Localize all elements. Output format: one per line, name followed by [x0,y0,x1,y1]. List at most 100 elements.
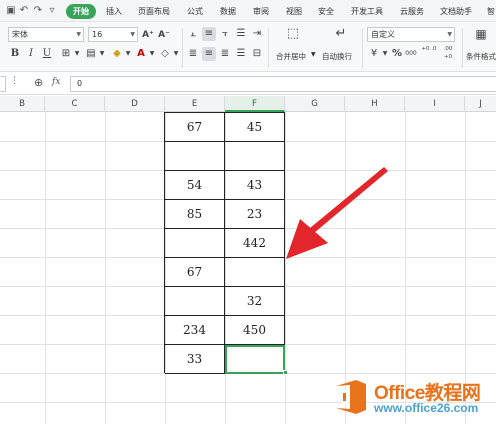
chevron-down-icon: ▼ [447,31,452,38]
column-header-H[interactable]: H [345,96,405,112]
tab-smart[interactable]: 智 [487,4,495,19]
chevron-down-icon[interactable]: ▼ [311,51,316,58]
tab-data[interactable]: 数据 [220,4,236,19]
tab-view[interactable]: 视图 [286,4,302,19]
align-top-icon[interactable]: ⫠ [186,27,200,41]
text-left-icon[interactable]: ≣ [186,47,200,61]
column-header-I[interactable]: I [405,96,465,112]
chevron-down-icon[interactable]: ▼ [169,47,183,61]
tab-page-layout[interactable]: 页面布局 [138,4,170,19]
font-size-value: 16 [92,30,103,39]
number-format-dropdown[interactable]: 自定义 ▼ [367,27,455,42]
column-header-B[interactable]: B [0,96,45,112]
align-left-icon[interactable]: ☰ [234,27,248,41]
justify-icon[interactable]: ☰ [234,47,248,61]
conditional-format-button[interactable]: 条件格式 [466,51,496,62]
cell-E2[interactable] [165,142,225,171]
text-right-icon[interactable]: ≣ [218,47,232,61]
office-logo-icon [336,380,366,414]
cell-E9[interactable]: 33 [165,345,225,374]
column-header-G[interactable]: G [285,96,345,112]
ribbon: 宋体 ▼ 16 ▼ A⁺ A⁻ B I U ⊞ ▼ ▤ ▼ ◆ ▼ A ▼ ◇ … [0,22,496,72]
ribbon-divider [462,28,463,68]
indent-icon[interactable]: ⇥ [250,27,264,41]
tab-security[interactable]: 安全 [318,4,334,19]
cell-E3[interactable]: 54 [165,171,225,200]
font-name-dropdown[interactable]: 宋体 ▼ [8,27,84,42]
tab-developer[interactable]: 开发工具 [351,4,383,19]
cell-F4[interactable]: 23 [225,200,285,229]
gridline [285,112,286,424]
cell-E4[interactable]: 85 [165,200,225,229]
save-icon[interactable]: ▣ [4,4,18,18]
ribbon-divider [362,28,363,68]
font-grow-button[interactable]: A⁺ [141,28,155,42]
text-center-icon[interactable]: ≡ [202,47,216,61]
column-header-J[interactable]: J [465,96,496,112]
chevron-down-icon[interactable]: ▼ [95,47,109,61]
bold-button[interactable]: B [8,47,22,61]
tab-cloud-services[interactable]: 云服务 [400,4,424,19]
italic-button[interactable]: I [24,47,38,61]
cell-E1[interactable]: 67 [165,113,225,142]
column-header-D[interactable]: D [105,96,165,112]
cell-F1[interactable]: 45 [225,113,285,142]
column-header-C[interactable]: C [45,96,105,112]
wrap-text-icon[interactable]: ↵ [334,27,348,41]
name-box[interactable] [0,76,6,92]
zoom-icon[interactable]: ⊕ [34,76,43,89]
tab-insert[interactable]: 插入 [106,4,122,19]
chevron-down-icon[interactable]: ▼ [145,47,159,61]
formula-input[interactable]: 0 [70,76,496,92]
cell-E6[interactable]: 67 [165,258,225,287]
font-size-dropdown[interactable]: 16 ▼ [88,27,138,42]
conditional-format-icon[interactable]: ▦ [474,27,488,41]
cell-F6[interactable] [225,258,285,287]
wrap-text-button[interactable]: 自动换行 [322,51,352,62]
quick-access-dropdown-icon[interactable]: ▿ [45,4,59,18]
function-button[interactable]: fx [52,77,60,87]
ribbon-divider [268,28,269,68]
chevron-down-icon: ▼ [130,31,135,38]
name-box-handle-icon[interactable]: ⋮ [10,76,19,86]
arrow-shaft [310,167,388,233]
align-middle-icon[interactable]: ≡ [202,27,216,41]
menu-bar: ▣ ↶ ↷ ▿ 开始 插入 页面布局 公式 数据 审阅 视图 安全 开发工具 云… [0,0,496,22]
column-header-E[interactable]: E [165,96,225,112]
fill-handle[interactable] [283,370,288,375]
cell-E5[interactable] [165,229,225,258]
cell-E7[interactable] [165,287,225,316]
decimal-decrease-button[interactable]: .00 +0 [440,45,456,60]
tab-doc-assistant[interactable]: 文档助手 [440,4,472,19]
merge-center-button[interactable]: 合并居中 [276,51,306,62]
column-header-F[interactable]: F [225,96,285,112]
tab-review[interactable]: 审阅 [253,4,269,19]
column-headers: B C D E F G H I J [0,96,496,112]
cell-F2[interactable] [225,142,285,171]
cell-F9-selected[interactable] [225,345,285,374]
underline-button[interactable]: U [40,47,54,61]
chevron-down-icon: ▼ [76,31,81,38]
font-shrink-button[interactable]: A⁻ [157,28,171,42]
cell-E8[interactable]: 234 [165,316,225,345]
cell-F7[interactable]: 32 [225,287,285,316]
thousands-separator-button[interactable]: 000 [403,47,419,61]
gridline [105,112,106,424]
undo-icon[interactable]: ↶ [17,4,31,18]
merge-center-icon[interactable]: ⬚ [286,27,300,41]
chevron-down-icon[interactable]: ▼ [121,47,135,61]
tab-home[interactable]: 开始 [66,4,96,19]
tab-formulas[interactable]: 公式 [187,4,203,19]
percent-button[interactable]: % [390,47,404,61]
distributed-icon[interactable]: ⊟ [250,47,264,61]
number-format-value: 自定义 [371,30,395,39]
watermark-url: www.office26.com [374,401,479,415]
cell-F8[interactable]: 450 [225,316,285,345]
decimal-increase-button[interactable]: +0 .0 [421,45,437,59]
redo-icon[interactable]: ↷ [31,4,45,18]
red-arrow-annotation [286,167,388,259]
cell-F3[interactable]: 43 [225,171,285,200]
chevron-down-icon[interactable]: ▼ [70,47,84,61]
cell-F5[interactable]: 442 [225,229,285,258]
align-bottom-icon[interactable]: ⫟ [218,27,232,41]
